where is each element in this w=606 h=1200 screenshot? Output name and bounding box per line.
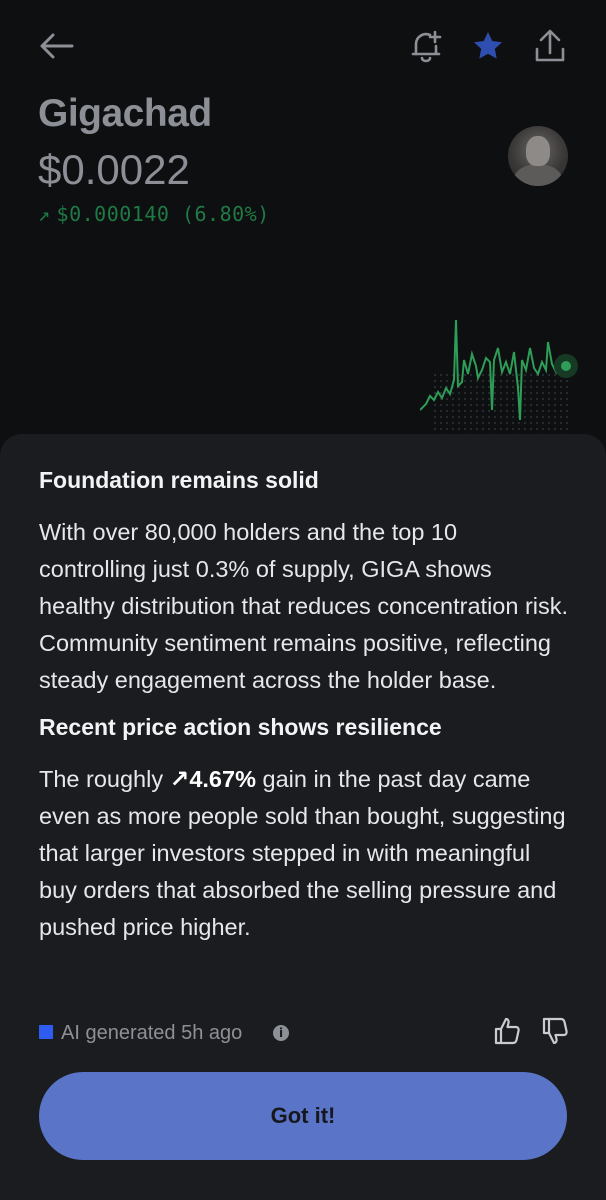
share-button[interactable] (528, 24, 572, 68)
price-change-value: $0.000140 (6.80%) (56, 202, 270, 226)
price-chart (420, 319, 578, 440)
favorite-button[interactable] (466, 24, 510, 68)
gain-value: ↗4.67% (169, 766, 256, 792)
back-arrow-icon (40, 33, 74, 59)
section-heading: Foundation remains solid (39, 467, 319, 493)
insight-content: Foundation remains solid With over 80,00… (39, 464, 569, 958)
coin-avatar (508, 126, 568, 186)
got-it-button[interactable]: Got it! (39, 1072, 567, 1160)
ai-insight-sheet: Foundation remains solid With over 80,00… (0, 434, 606, 1200)
price-alert-button[interactable] (404, 24, 448, 68)
thumbs-down-button[interactable] (541, 1016, 569, 1046)
thumbs-up-icon (494, 1017, 520, 1045)
body-text: The roughly (39, 766, 170, 792)
thumbs-up-button[interactable] (493, 1016, 521, 1046)
price-change: ↗ $0.000140 (6.80%) (38, 202, 270, 226)
top-bar (0, 24, 606, 68)
share-icon (535, 29, 565, 62)
insight-footer: AI generated 5h ago i (39, 1017, 569, 1048)
section-body: The roughly ↗4.67% gain in the past day … (39, 761, 569, 946)
body-text: gain in the past day came even as more p… (39, 766, 566, 940)
back-button[interactable] (34, 28, 78, 64)
ai-generated-label: AI generated 5h ago (61, 1022, 243, 1044)
info-icon[interactable]: i (273, 1025, 289, 1041)
section-body: With over 80,000 holders and the top 10 … (39, 519, 569, 693)
star-icon (474, 32, 502, 59)
ai-badge-icon (39, 1025, 53, 1039)
up-arrow-icon: ↗ (38, 202, 51, 226)
bell-plus-icon (411, 30, 442, 63)
coin-price: $0.0022 (38, 146, 190, 193)
section-heading: Recent price action shows resilience (39, 714, 442, 740)
coin-name: Gigachad (38, 92, 212, 135)
thumbs-down-icon (542, 1017, 568, 1045)
